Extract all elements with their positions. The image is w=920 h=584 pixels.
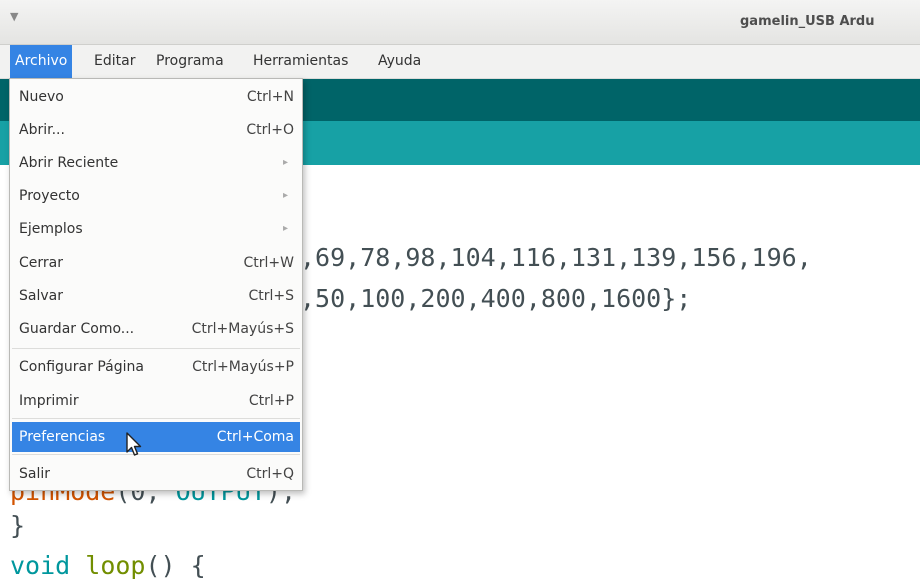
archivo-dropdown-menu: Nuevo Ctrl+N Abrir... Ctrl+O Abrir Recie… bbox=[9, 78, 303, 491]
menu-item-label: Cerrar bbox=[19, 255, 63, 271]
menu-item-shortcut: Ctrl+O bbox=[246, 122, 294, 138]
menu-item-ejemplos[interactable]: Ejemplos ▸ bbox=[12, 214, 300, 244]
menu-item-abrir-reciente[interactable]: Abrir Reciente ▸ bbox=[12, 148, 300, 178]
menu-item-label: Abrir... bbox=[19, 122, 65, 138]
menu-item-shortcut: Ctrl+Mayús+S bbox=[191, 321, 294, 337]
code-line-loop: void loop() { bbox=[10, 551, 206, 580]
menu-item-cerrar[interactable]: Cerrar Ctrl+W bbox=[12, 248, 300, 278]
menu-item-configurar-pagina[interactable]: Configurar Página Ctrl+Mayús+P bbox=[12, 352, 300, 382]
menu-item-label: Abrir Reciente bbox=[19, 155, 119, 171]
submenu-arrow-icon: ▸ bbox=[282, 223, 288, 234]
menu-archivo[interactable]: Archivo bbox=[10, 45, 73, 78]
menu-item-abrir[interactable]: Abrir... Ctrl+O bbox=[12, 115, 300, 145]
menu-item-shortcut: Ctrl+P bbox=[248, 393, 294, 409]
code-line-brace: } bbox=[10, 511, 26, 540]
menu-item-label: Proyecto bbox=[19, 188, 80, 204]
menu-separator bbox=[12, 418, 300, 419]
menu-separator bbox=[12, 454, 300, 455]
menu-item-label: Guardar Como... bbox=[19, 321, 135, 337]
submenu-arrow-icon: ▸ bbox=[282, 190, 288, 201]
menu-item-proyecto[interactable]: Proyecto ▸ bbox=[12, 181, 300, 211]
menu-item-label: Salvar bbox=[19, 288, 63, 304]
menu-item-shortcut: Ctrl+Coma bbox=[216, 429, 294, 445]
menu-item-nuevo[interactable]: Nuevo Ctrl+N bbox=[12, 82, 300, 112]
loop-signature: () { bbox=[145, 551, 206, 580]
menu-item-label: Configurar Página bbox=[19, 359, 144, 375]
window-title: gamelin_USB Ardu bbox=[740, 14, 875, 29]
menu-item-preferencias[interactable]: Preferencias Ctrl+Coma bbox=[12, 422, 300, 452]
menu-item-shortcut: Ctrl+S bbox=[248, 288, 294, 304]
menu-item-label: Nuevo bbox=[19, 89, 64, 105]
void-keyword: void bbox=[10, 551, 71, 580]
window-titlebar: ▼ gamelin_USB Ardu bbox=[0, 0, 920, 45]
code-line-array-1: ,69,78,98,104,116,131,139,156,196, bbox=[300, 243, 812, 272]
menu-item-shortcut: Ctrl+Mayús+P bbox=[192, 359, 294, 375]
window-menu-icon[interactable]: ▼ bbox=[10, 10, 18, 23]
loop-function: loop bbox=[85, 551, 146, 580]
menu-item-salir[interactable]: Salir Ctrl+Q bbox=[12, 459, 300, 489]
menu-item-label: Ejemplos bbox=[19, 221, 83, 237]
menu-programa[interactable]: Programa bbox=[151, 45, 229, 78]
menu-item-imprimir[interactable]: Imprimir Ctrl+P bbox=[12, 386, 300, 416]
code-line-array-2: ,50,100,200,400,800,1600}; bbox=[300, 284, 692, 313]
menu-ayuda[interactable]: Ayuda bbox=[373, 45, 426, 78]
menu-item-guardar-como[interactable]: Guardar Como... Ctrl+Mayús+S bbox=[12, 314, 300, 344]
menu-editar[interactable]: Editar bbox=[89, 45, 140, 78]
menu-item-shortcut: Ctrl+W bbox=[243, 255, 294, 271]
menu-item-label: Imprimir bbox=[19, 393, 79, 409]
mouse-pointer-icon bbox=[126, 432, 142, 456]
submenu-arrow-icon: ▸ bbox=[282, 157, 288, 168]
menu-herramientas[interactable]: Herramientas bbox=[248, 45, 353, 78]
menubar: Archivo Editar Programa Herramientas Ayu… bbox=[0, 45, 920, 79]
menu-separator bbox=[12, 348, 300, 349]
menu-item-shortcut: Ctrl+N bbox=[246, 89, 294, 105]
menu-item-salvar[interactable]: Salvar Ctrl+S bbox=[12, 281, 300, 311]
menu-item-label: Salir bbox=[19, 466, 51, 482]
menu-item-label: Preferencias bbox=[19, 429, 106, 445]
menu-item-shortcut: Ctrl+Q bbox=[246, 466, 294, 482]
